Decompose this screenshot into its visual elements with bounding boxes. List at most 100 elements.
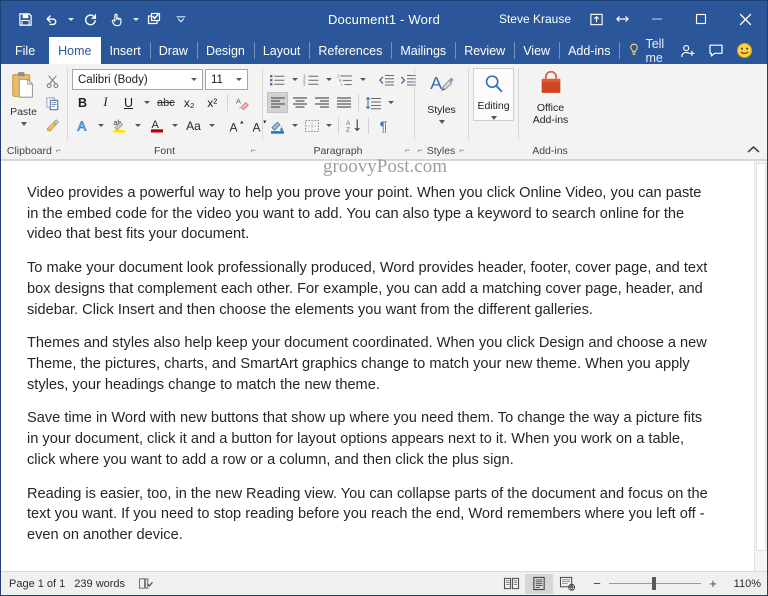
touch-mode-dropdown-icon[interactable] bbox=[130, 8, 141, 30]
underline-dropdown-icon[interactable] bbox=[141, 92, 153, 113]
editing-button-label: Editing bbox=[477, 99, 510, 112]
text-effects-dropdown-icon[interactable] bbox=[95, 115, 107, 136]
paste-button[interactable]: Paste bbox=[6, 69, 41, 126]
font-color-dropdown-icon[interactable] bbox=[169, 115, 181, 136]
proofing-errors-icon[interactable] bbox=[134, 577, 156, 591]
tab-draw[interactable]: Draw bbox=[149, 37, 197, 64]
font-name-dropdown-icon[interactable] bbox=[187, 78, 200, 81]
tab-insert[interactable]: Insert bbox=[101, 37, 150, 64]
paragraph-dialog-launcher-icon[interactable]: ⌐ bbox=[405, 146, 410, 155]
line-spacing-dropdown-icon[interactable] bbox=[385, 92, 396, 113]
font-size-combobox[interactable]: 11 bbox=[205, 69, 248, 90]
zoom-out-button[interactable]: − bbox=[591, 576, 603, 591]
superscript-button[interactable]: x² bbox=[202, 92, 223, 113]
collapse-ribbon-icon[interactable] bbox=[745, 141, 761, 157]
page-count[interactable]: Page 1 of 1 bbox=[9, 578, 74, 590]
numbering-dropdown-icon[interactable] bbox=[323, 69, 334, 90]
text-highlight-button[interactable]: ab bbox=[109, 115, 130, 136]
customize-quick-access-toolbar-icon[interactable] bbox=[169, 7, 193, 31]
tab-review[interactable]: Review bbox=[455, 37, 514, 64]
tab-file[interactable]: File bbox=[1, 37, 49, 64]
clear-formatting-button[interactable]: A bbox=[232, 92, 253, 113]
tab-references[interactable]: References bbox=[309, 37, 391, 64]
tab-mailings[interactable]: Mailings bbox=[391, 37, 455, 64]
save-icon[interactable] bbox=[13, 7, 37, 31]
share-person-icon[interactable] bbox=[675, 37, 701, 64]
align-left-button[interactable] bbox=[267, 92, 288, 113]
format-painter-icon[interactable] bbox=[41, 115, 63, 136]
tab-layout[interactable]: Layout bbox=[253, 37, 310, 64]
tab-home[interactable]: Home bbox=[49, 37, 101, 64]
account-name[interactable]: Steve Krause bbox=[499, 12, 583, 26]
bold-button[interactable]: B bbox=[72, 92, 93, 113]
restore-down-icon[interactable] bbox=[609, 1, 635, 37]
styles-dialog-launcher-icon[interactable]: ⌐ bbox=[459, 146, 464, 155]
text-effects-button[interactable]: A bbox=[72, 115, 93, 136]
change-case-dropdown-icon[interactable] bbox=[206, 115, 218, 136]
touch-mouse-mode-icon[interactable] bbox=[104, 7, 128, 31]
minimize-button[interactable] bbox=[635, 1, 679, 37]
close-button[interactable] bbox=[723, 1, 767, 37]
strikethrough-button[interactable]: abc bbox=[155, 92, 177, 113]
highlight-dropdown-icon[interactable] bbox=[132, 115, 144, 136]
word-count[interactable]: 239 words bbox=[74, 578, 134, 590]
scrollbar-thumb[interactable] bbox=[756, 163, 766, 551]
multilevel-list-button[interactable]: 1ai bbox=[335, 69, 356, 90]
underline-button[interactable]: U bbox=[118, 92, 139, 113]
cut-icon[interactable] bbox=[41, 71, 63, 92]
tab-view[interactable]: View bbox=[514, 37, 559, 64]
shading-dropdown-icon[interactable] bbox=[289, 115, 300, 136]
borders-button[interactable] bbox=[301, 115, 322, 136]
styles-dropdown-icon[interactable] bbox=[438, 119, 445, 124]
font-name-combobox[interactable]: Calibri (Body) bbox=[72, 69, 203, 90]
align-right-button[interactable] bbox=[311, 92, 332, 113]
vertical-scrollbar[interactable] bbox=[754, 161, 767, 571]
maximize-button[interactable] bbox=[679, 1, 723, 37]
undo-icon[interactable] bbox=[39, 7, 63, 31]
view-read-mode-button[interactable] bbox=[497, 574, 525, 594]
view-print-layout-button[interactable] bbox=[525, 573, 553, 594]
numbering-button[interactable]: 123 bbox=[301, 69, 322, 90]
comments-icon[interactable] bbox=[703, 37, 729, 64]
office-addins-button[interactable]: Office Add-ins bbox=[523, 69, 578, 126]
show-formatting-marks-button[interactable]: ¶ bbox=[373, 115, 394, 136]
word-application-window: Document1 - Word Steve Krause File Home … bbox=[0, 0, 768, 596]
zoom-slider[interactable] bbox=[609, 577, 701, 590]
styles-button[interactable]: A Styles bbox=[419, 69, 464, 124]
clipboard-dialog-launcher-icon[interactable]: ⌐ bbox=[56, 146, 61, 155]
copy-icon[interactable] bbox=[41, 93, 63, 114]
view-web-layout-button[interactable] bbox=[553, 574, 581, 594]
zoom-level[interactable]: 110% bbox=[725, 578, 761, 590]
align-center-button[interactable] bbox=[289, 92, 310, 113]
bullets-dropdown-icon[interactable] bbox=[289, 69, 300, 90]
justify-button[interactable] bbox=[333, 92, 354, 113]
editing-dropdown-icon[interactable] bbox=[490, 115, 497, 120]
multilevel-list-dropdown-icon[interactable] bbox=[357, 69, 368, 90]
editing-button[interactable]: Editing bbox=[473, 68, 514, 121]
grow-font-button[interactable]: A bbox=[226, 115, 247, 136]
undo-dropdown-icon[interactable] bbox=[65, 8, 76, 30]
tab-addins[interactable]: Add-ins bbox=[559, 37, 619, 64]
ribbon-display-options-icon[interactable] bbox=[583, 1, 609, 37]
smiley-feedback-icon[interactable] bbox=[731, 37, 757, 64]
sort-button[interactable]: AZ bbox=[343, 115, 364, 136]
font-size-dropdown-icon[interactable] bbox=[232, 78, 245, 81]
change-case-button[interactable]: Aa bbox=[183, 115, 204, 136]
spelling-grammar-icon[interactable] bbox=[143, 7, 167, 31]
paste-dropdown-icon[interactable] bbox=[20, 122, 27, 126]
font-color-button[interactable]: A bbox=[146, 115, 167, 136]
bullets-button[interactable] bbox=[267, 69, 288, 90]
shading-button[interactable] bbox=[267, 115, 288, 136]
decrease-indent-button[interactable] bbox=[376, 69, 397, 90]
document-page[interactable]: Video provides a powerful way to help yo… bbox=[1, 161, 754, 571]
zoom-in-button[interactable]: + bbox=[707, 576, 719, 591]
borders-dropdown-icon[interactable] bbox=[323, 115, 334, 136]
font-dialog-launcher-icon[interactable]: ⌐ bbox=[251, 146, 256, 155]
redo-icon[interactable] bbox=[78, 7, 102, 31]
line-spacing-button[interactable] bbox=[363, 92, 384, 113]
zoom-slider-thumb[interactable] bbox=[652, 577, 656, 590]
subscript-button[interactable]: x₂ bbox=[179, 92, 200, 113]
italic-button[interactable]: I bbox=[95, 92, 116, 113]
tab-design[interactable]: Design bbox=[196, 37, 254, 64]
tell-me-search[interactable]: Tell me bbox=[619, 37, 675, 65]
